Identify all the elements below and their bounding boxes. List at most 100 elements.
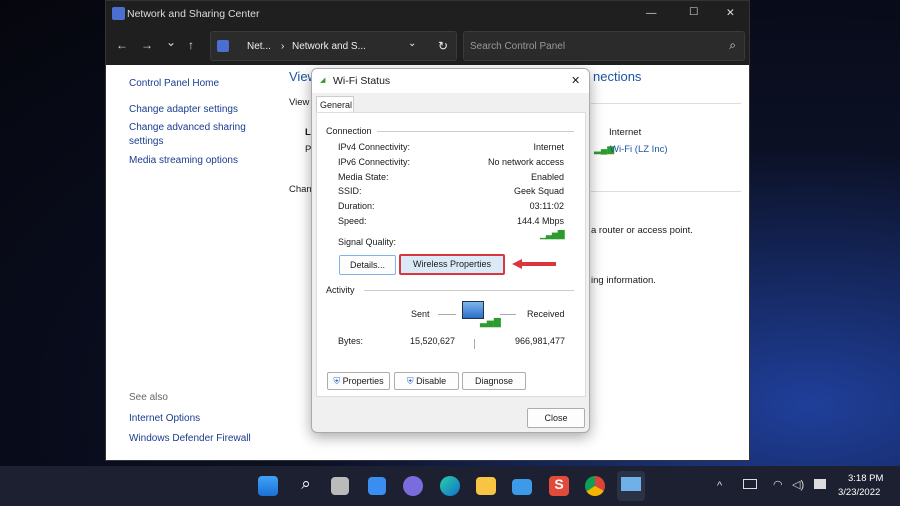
internet-options-link[interactable]: Internet Options [129, 413, 200, 424]
close-dialog-button[interactable]: Close [527, 408, 585, 428]
row-label: SSID: [338, 186, 362, 196]
breadcrumb-network[interactable]: Net... [247, 41, 271, 52]
search-placeholder: Search Control Panel [470, 41, 566, 52]
access-type: Internet [609, 127, 642, 138]
breadcrumb-sharing-center[interactable]: Network and S... [292, 41, 366, 52]
tab-general[interactable]: General [316, 96, 354, 113]
sidebar-control-panel-home[interactable]: Control Panel Home [129, 78, 279, 89]
network-icon [112, 7, 125, 20]
signal-quality-label: Signal Quality: [338, 237, 397, 247]
chrome-button[interactable] [585, 476, 605, 496]
start-button[interactable] [258, 476, 278, 496]
recent-locations-button[interactable]: ⌄ [166, 35, 176, 49]
disable-button[interactable]: ⛨ Disable [394, 372, 459, 390]
shield-icon: ⛨ [406, 376, 414, 386]
teams-chat-button[interactable] [403, 476, 423, 496]
show-hidden-icons[interactable]: ^ [717, 480, 722, 492]
divider [474, 339, 475, 349]
row-value: Geek Squad [513, 186, 564, 196]
refresh-button[interactable]: ↻ [438, 39, 448, 53]
row-label: IPv6 Connectivity: [338, 157, 411, 167]
task-view-button[interactable] [331, 477, 349, 495]
volume-icon[interactable]: ◁) [792, 478, 804, 491]
row-value: Internet [533, 142, 564, 152]
wifi-status-dialog: ◢ Wi-Fi Status ✕ General Connection IPv4… [311, 68, 590, 433]
network-computers-icon: ▃▅▇ [460, 299, 501, 331]
firewall-link[interactable]: Windows Defender Firewall [129, 433, 251, 444]
row-ipv6: IPv6 Connectivity: No network access [338, 157, 564, 167]
mail-button[interactable] [512, 479, 532, 495]
sent-label: Sent [411, 309, 430, 319]
address-bar[interactable]: Net... › Network and S... ⌄ ↻ [210, 31, 457, 61]
dialog-close-button[interactable]: ✕ [571, 74, 580, 87]
dialog-title: Wi-Fi Status [333, 75, 391, 87]
title-bar: Network and Sharing Center — ☐ ✕ [106, 1, 749, 27]
sidebar: Control Panel Home Change adapter settin… [129, 78, 279, 166]
up-button[interactable]: ↑ [188, 38, 194, 52]
button-label: Wireless Properties [412, 259, 492, 269]
widgets-button[interactable] [368, 477, 386, 495]
tab-label: General [320, 100, 353, 110]
button-label: Close [544, 413, 568, 423]
sidebar-media-streaming[interactable]: Media streaming options [129, 155, 279, 166]
taskbar: ⌕ S ^ ◠ ◁) 3:18 PM 3/23/2022 [0, 466, 900, 506]
search-input[interactable]: Search Control Panel ⌕ [463, 31, 745, 61]
shield-icon: ⛨ [333, 376, 341, 386]
row-media-state: Media State: Enabled [338, 172, 564, 182]
received-label: Received [527, 309, 565, 319]
bytes-sent: 15,520,627 [410, 336, 456, 346]
control-panel-button[interactable] [617, 471, 645, 501]
button-label: Properties [342, 376, 384, 386]
keyboard-icon[interactable] [743, 479, 757, 489]
button-label: Diagnose [474, 376, 514, 386]
sidebar-change-adapter[interactable]: Change adapter settings [129, 104, 279, 115]
row-label: Speed: [338, 216, 367, 226]
snagit-button[interactable]: S [549, 476, 569, 496]
clock-time[interactable]: 3:18 PM [848, 473, 883, 484]
address-dropdown[interactable]: ⌄ [408, 38, 416, 49]
minimize-button[interactable]: — [646, 7, 657, 19]
wifi-icon[interactable]: ◠ [773, 478, 783, 491]
window-title: Network and Sharing Center [127, 8, 260, 20]
navigation-bar: ← → ⌄ ↑ Net... › Network and S... ⌄ ↻ Se… [106, 27, 749, 65]
troubleshoot-desc: ing information. [591, 275, 656, 286]
row-speed: Speed: 144.4 Mbps [338, 216, 564, 226]
battery-icon[interactable] [814, 479, 826, 489]
search-button[interactable]: ⌕ [294, 474, 318, 498]
divider [377, 131, 574, 132]
maximize-button[interactable]: ☐ [689, 6, 698, 18]
diagnose-button[interactable]: Diagnose [462, 372, 526, 390]
forward-button[interactable]: → [141, 38, 153, 52]
see-also-label: See also [129, 392, 168, 403]
page-heading-right: nections [593, 69, 642, 84]
edge-button[interactable] [440, 476, 460, 496]
sidebar-change-sharing[interactable]: Change advanced sharing settings [129, 121, 254, 149]
divider [591, 191, 741, 192]
properties-button[interactable]: ⛨ Properties [327, 372, 390, 390]
row-value: Enabled [530, 172, 564, 182]
close-button[interactable]: ✕ [726, 7, 735, 19]
row-duration: Duration: 03:11:02 [338, 201, 564, 211]
view-label: View [289, 97, 310, 108]
bytes-label: Bytes: [338, 336, 364, 346]
row-ipv4: IPv4 Connectivity: Internet [338, 142, 564, 152]
dialog-title-bar: ◢ Wi-Fi Status ✕ [312, 69, 589, 93]
row-label: Media State: [338, 172, 389, 182]
row-value: No network access [487, 157, 564, 167]
button-label: Disable [416, 376, 447, 386]
activity-group-label: Activity [326, 285, 355, 295]
row-label: IPv4 Connectivity: [338, 142, 411, 152]
clock-date[interactable]: 3/23/2022 [838, 487, 880, 498]
file-explorer-button[interactable] [476, 477, 496, 495]
wifi-signal-icon: ◢ [320, 77, 326, 84]
network-name-partial: L [305, 127, 311, 138]
back-button[interactable]: ← [116, 38, 128, 52]
search-icon: ⌕ [729, 38, 736, 52]
row-label: Duration: [338, 201, 375, 211]
setup-connection-desc: a router or access point. [591, 225, 693, 236]
wifi-connection-link[interactable]: Wi-Fi (LZ Inc) [610, 144, 668, 155]
annotation-arrow [512, 259, 557, 269]
wireless-properties-button[interactable]: Wireless Properties [399, 254, 505, 275]
details-button[interactable]: Details... [339, 255, 396, 275]
breadcrumb-separator: › [281, 41, 285, 52]
